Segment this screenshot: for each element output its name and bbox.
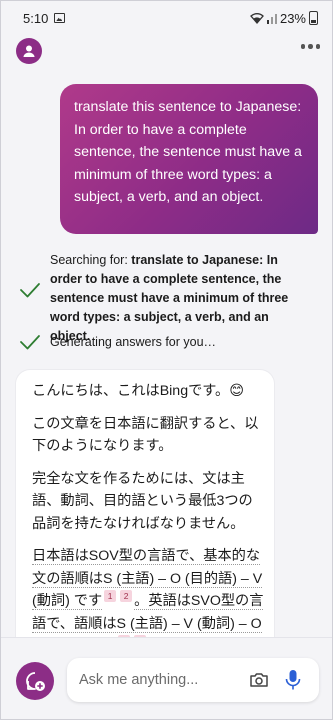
answer-translation: 完全な文を作るためには、文は主語、動詞、目的語という最低3つの品詞を持たなければ…	[32, 470, 253, 532]
camera-icon[interactable]	[249, 670, 269, 690]
battery-icon	[309, 11, 318, 25]
search-prefix: Searching for:	[50, 253, 132, 267]
battery-percent: 23%	[279, 10, 306, 26]
microphone-icon[interactable]	[284, 669, 302, 691]
bottom-input-bar	[1, 637, 332, 719]
check-icon	[20, 335, 40, 350]
citation-badge[interactable]: 1	[104, 590, 117, 603]
more-options-icon[interactable]	[300, 44, 320, 49]
status-time: 5:10	[23, 10, 49, 26]
user-message-bubble: translate this sentence to Japanese: In …	[60, 84, 318, 234]
answer-card: こんにちは、これはBingです。😊 この文章を日本語に翻訳すると、以下のようにな…	[16, 370, 274, 660]
answer-intro: この文章を日本語に翻訳すると、以下のようになります。	[32, 415, 259, 455]
chat-input[interactable]	[79, 672, 239, 688]
new-topic-button[interactable]	[16, 662, 54, 700]
gallery-notification-icon	[54, 13, 66, 23]
profile-avatar-icon[interactable]	[16, 38, 42, 64]
generating-step: Generating answers for you…	[19, 331, 312, 353]
generating-step-text: Generating answers for you…	[50, 335, 217, 349]
status-right: 23%	[250, 11, 318, 26]
signal-icon	[266, 14, 277, 24]
answer-greeting: こんにちは、これはBingです。😊	[32, 383, 245, 399]
check-icon	[20, 283, 40, 298]
new-topic-icon	[26, 672, 45, 691]
header	[1, 35, 332, 69]
app-frame: 5:10 23% translate this sentence to Japa…	[0, 0, 333, 720]
wifi-icon	[250, 13, 264, 24]
chat-input-container	[67, 658, 319, 702]
citation-badge[interactable]: 2	[120, 590, 133, 603]
status-bar: 5:10 23%	[1, 1, 332, 35]
